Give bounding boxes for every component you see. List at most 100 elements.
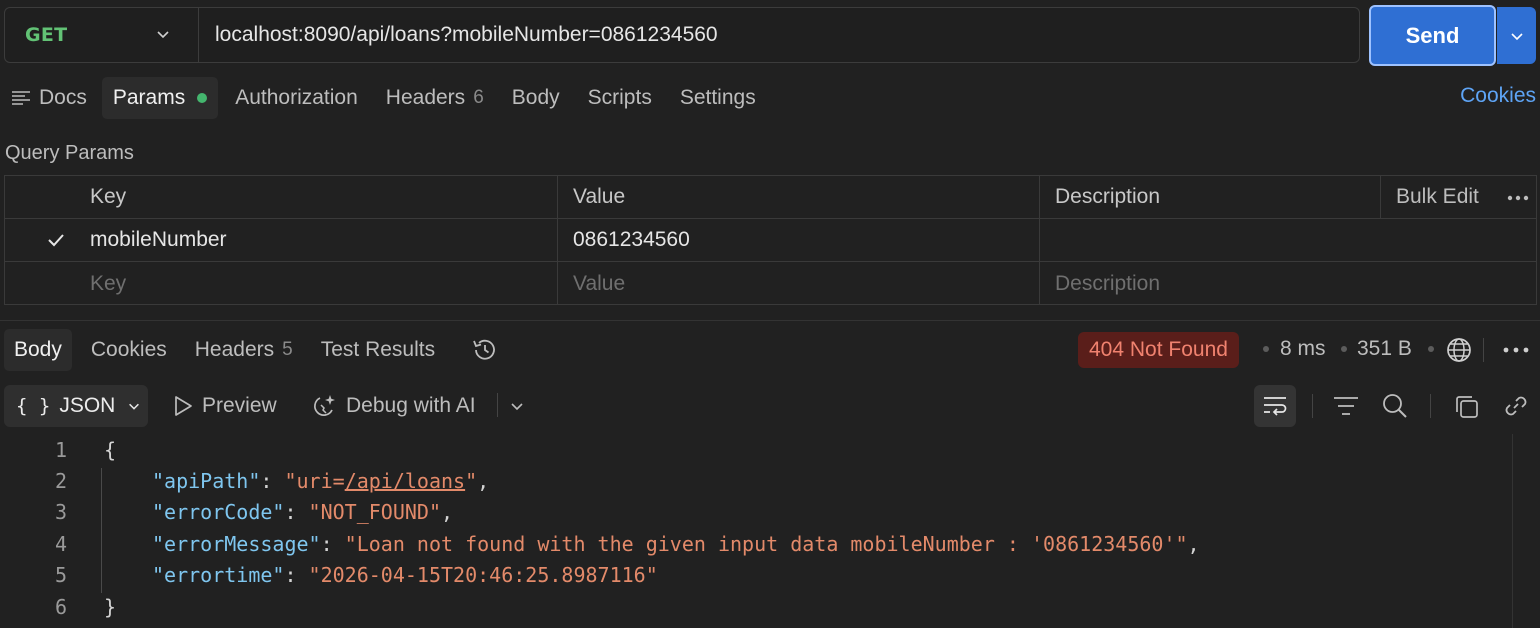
json-key: "errortime": [152, 562, 285, 587]
url-input[interactable]: [199, 8, 1359, 62]
meta-separator: [1428, 346, 1434, 352]
chevron-down-icon: [127, 399, 141, 413]
param-key-cell[interactable]: mobileNumber: [75, 219, 557, 261]
json-colon: :: [320, 531, 345, 556]
debug-with-ai-button[interactable]: Debug with AI: [310, 385, 476, 427]
panel-divider[interactable]: [0, 320, 1540, 321]
preview-label: Preview: [202, 394, 277, 417]
json-colon: :: [284, 562, 309, 587]
tab-params[interactable]: Params: [101, 77, 219, 119]
query-params-title: Query Params: [5, 142, 134, 164]
more-icon[interactable]: [1507, 195, 1529, 201]
format-label: JSON: [59, 394, 116, 417]
response-body-editor[interactable]: 1 { 2 "apiPath": "uri=/api/loans", 3 "er…: [0, 434, 1512, 628]
play-icon: [172, 394, 194, 418]
chevron-down-icon: [1509, 28, 1525, 44]
tab-authorization[interactable]: Authorization: [224, 77, 369, 119]
preview-button[interactable]: Preview: [172, 385, 277, 427]
code-line: 5 "errortime": "2026-04-15T20:46:25.8987…: [0, 559, 1512, 590]
line-number: 3: [54, 499, 67, 524]
history-icon: [471, 336, 499, 364]
tab-params-label: Params: [112, 86, 186, 109]
ai-debug-icon: [310, 392, 338, 420]
editor-scrollbar[interactable]: [1512, 434, 1540, 628]
param-description-cell[interactable]: [1039, 219, 1380, 261]
tab-settings-label: Settings: [679, 86, 756, 109]
history-button[interactable]: [457, 329, 513, 371]
cookies-link[interactable]: Cookies: [1460, 84, 1536, 108]
bulk-edit-label: Bulk Edit: [1396, 185, 1479, 208]
filter-icon[interactable]: [1333, 395, 1359, 417]
response-tabs: Body Cookies Headers 5 Test Results: [4, 329, 513, 371]
tab-headers-label: Headers: [385, 86, 466, 109]
chevron-down-icon[interactable]: [509, 398, 525, 414]
json-entry: "errorCode": "NOT_FOUND",: [152, 500, 453, 524]
tab-docs[interactable]: Docs: [0, 77, 98, 119]
chevron-down-icon: [155, 26, 171, 42]
code-line: 6 }: [0, 591, 1512, 622]
json-comma: ,: [477, 468, 490, 493]
tab-headers[interactable]: Headers 6: [375, 77, 495, 119]
globe-icon[interactable]: [1446, 337, 1472, 363]
tab-response-headers[interactable]: Headers 5: [181, 329, 307, 371]
query-params-table: Key Value Description Bulk Edit mobileNu…: [4, 175, 1537, 305]
tab-test-results[interactable]: Test Results: [307, 329, 449, 371]
line-number: 2: [54, 468, 67, 493]
param-enabled-checkbox[interactable]: [43, 227, 69, 253]
new-description-input[interactable]: Description: [1039, 262, 1536, 305]
json-value: "2026-04-15T20:46:25.8987116": [308, 562, 658, 587]
wrap-lines-button[interactable]: [1254, 385, 1296, 427]
response-time: 8 ms: [1280, 337, 1326, 360]
header-key: Key: [90, 185, 127, 208]
json-key: "errorCode": [152, 499, 285, 524]
method-label: GET: [25, 24, 68, 46]
json-comma: ,: [1187, 531, 1200, 556]
method-select[interactable]: GET: [5, 8, 199, 62]
table-header-row: Key Value Description Bulk Edit: [5, 176, 1536, 219]
tab-test-results-label: Test Results: [320, 338, 436, 361]
json-value-link[interactable]: /api/loans: [345, 469, 465, 493]
table-row: mobileNumber 0861234560: [5, 219, 1536, 262]
json-value: "NOT_FOUND": [308, 499, 441, 524]
tab-settings[interactable]: Settings: [669, 77, 767, 119]
docs-icon: [11, 90, 31, 106]
new-key-input[interactable]: Key: [75, 262, 557, 305]
line-number: 5: [54, 562, 67, 587]
toolbar-separator: [497, 393, 498, 417]
toolbar-separator: [1312, 394, 1313, 418]
copy-icon[interactable]: [1453, 393, 1481, 421]
bulk-edit-button[interactable]: Bulk Edit: [1380, 176, 1536, 218]
indent-guide: [101, 468, 102, 593]
tab-scripts[interactable]: Scripts: [577, 77, 663, 119]
check-icon: [47, 232, 65, 248]
json-colon: :: [260, 468, 285, 493]
code-line: 4 "errorMessage": "Loan not found with t…: [0, 528, 1512, 559]
header-description: Description: [1039, 176, 1380, 218]
tab-response-headers-count: 5: [282, 339, 293, 360]
new-value-input[interactable]: Value: [557, 262, 1039, 305]
tab-response-cookies[interactable]: Cookies: [77, 329, 181, 371]
tab-headers-count: 6: [473, 87, 484, 108]
line-number: 1: [54, 437, 67, 462]
json-value: ": [465, 468, 478, 493]
param-value-cell[interactable]: 0861234560: [557, 219, 1039, 261]
send-options-button[interactable]: [1497, 7, 1536, 64]
search-icon[interactable]: [1381, 392, 1409, 420]
format-select[interactable]: { } JSON: [4, 385, 148, 427]
more-icon[interactable]: [1503, 347, 1529, 353]
json-comma: ,: [441, 499, 454, 524]
tab-scripts-label: Scripts: [587, 86, 652, 109]
send-button[interactable]: Send: [1369, 5, 1496, 66]
code-line: 2 "apiPath": "uri=/api/loans",: [0, 465, 1512, 496]
response-size: 351 B: [1357, 337, 1412, 360]
meta-separator: [1341, 346, 1347, 352]
tab-body[interactable]: Body: [501, 77, 571, 119]
json-entry: "errorMessage": "Loan not found with the…: [152, 532, 1200, 556]
tab-response-body-label: Body: [14, 338, 62, 361]
debug-label: Debug with AI: [346, 394, 476, 417]
braces-icon: { }: [16, 395, 51, 417]
tab-authorization-label: Authorization: [235, 86, 358, 109]
line-number: 6: [54, 594, 67, 619]
tab-response-body[interactable]: Body: [4, 329, 72, 371]
link-icon[interactable]: [1502, 392, 1530, 420]
